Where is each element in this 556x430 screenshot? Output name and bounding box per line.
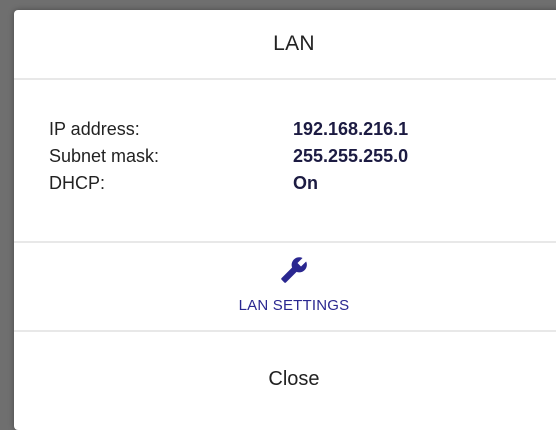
lan-settings-button[interactable]: LAN SETTINGS — [14, 243, 556, 331]
lan-info: IP address: 192.168.216.1 Subnet mask: 2… — [49, 116, 408, 197]
ip-address-label: IP address: — [49, 119, 140, 139]
dialog-header: LAN — [14, 10, 556, 78]
ip-address-value: 192.168.216.1 — [293, 119, 409, 139]
dialog-title: LAN — [273, 32, 315, 55]
info-row-subnet: Subnet mask: 255.255.255.0 — [49, 143, 408, 170]
lan-settings-label: LAN SETTINGS — [238, 297, 350, 314]
dhcp-value: On — [293, 173, 318, 193]
wrench-icon — [281, 257, 307, 283]
info-row-dhcp: DHCP: On — [49, 170, 408, 197]
header-divider — [14, 78, 556, 80]
close-label: Close — [268, 368, 320, 390]
dhcp-label: DHCP: — [49, 173, 106, 193]
info-row-ip: IP address: 192.168.216.1 — [49, 116, 408, 143]
subnet-mask-value: 255.255.255.0 — [293, 146, 409, 166]
subnet-mask-label: Subnet mask: — [49, 146, 160, 166]
lan-dialog: LAN IP address: 192.168.216.1 Subnet mas… — [14, 10, 556, 430]
